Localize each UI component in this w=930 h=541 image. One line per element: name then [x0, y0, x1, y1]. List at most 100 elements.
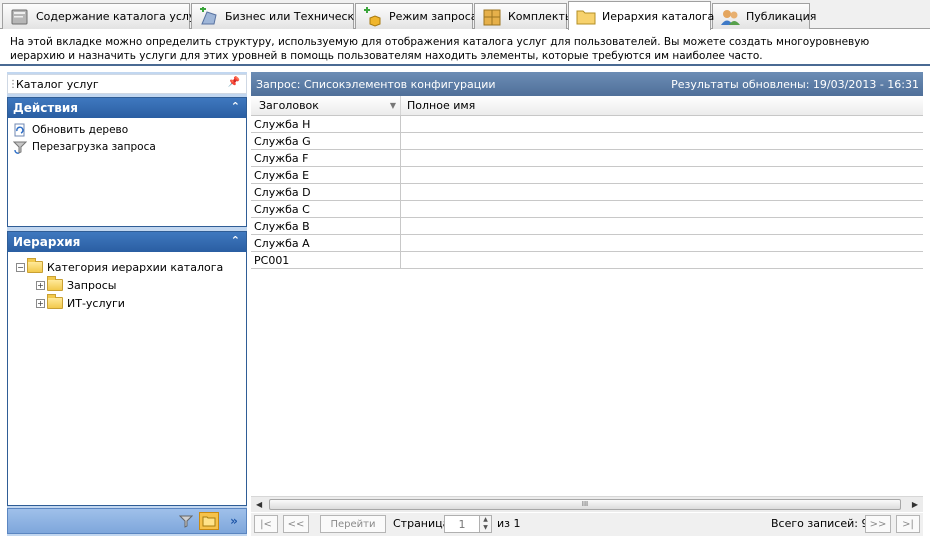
pin-icon[interactable]: 📌 [228, 77, 240, 88]
last-page-button[interactable]: >| [896, 515, 920, 533]
tab-publication[interactable]: Публикация [712, 3, 816, 29]
table-row[interactable]: PC001 [251, 252, 923, 269]
scroll-thumb[interactable]: III [269, 499, 901, 510]
table-row[interactable]: Служба A [251, 235, 923, 252]
next-page-button[interactable]: >> [865, 515, 891, 533]
cell-full-name [401, 184, 923, 200]
cell-title: Служба F [251, 150, 401, 166]
sort-arrow-icon[interactable]: ▼ [390, 101, 396, 110]
tree-node-requests[interactable]: + Запросы [16, 276, 246, 294]
tree-node-label: ИТ-услуги [67, 296, 125, 310]
folder-icon [47, 294, 63, 309]
query-label: Запрос: Списокэлементов конфигурации [256, 77, 496, 91]
table-row[interactable]: Служба F [251, 150, 923, 167]
horizontal-scrollbar[interactable]: ◀ III ▶ [251, 496, 923, 512]
page-number-input[interactable]: 1 [444, 515, 480, 533]
filter-icon[interactable] [176, 512, 196, 530]
page-label: Страница [393, 517, 450, 530]
actions-header-label: Действия [13, 101, 79, 115]
hierarchy-tree: − Категория иерархии каталога + Запросы … [8, 252, 246, 312]
page-count-label: из 1 [497, 517, 521, 530]
tree-node-label: Запросы [67, 278, 117, 292]
cell-title: Служба D [251, 184, 401, 200]
table-row[interactable]: Служба D [251, 184, 923, 201]
hierarchy-header-label: Иерархия [13, 235, 81, 249]
column-headers: Заголовок ▼ Полное имя [251, 96, 923, 116]
panel-title-bar: ⋮ Каталог услуг 📌 [7, 74, 247, 94]
column-header-full-name[interactable]: Полное имя [401, 96, 923, 115]
column-title-label: Заголовок [259, 99, 319, 112]
folder-view-icon[interactable] [199, 512, 219, 530]
grip-icon[interactable]: ⋮ [8, 79, 18, 90]
folder-icon [47, 276, 63, 291]
table-row[interactable]: Служба G [251, 133, 923, 150]
box-icon [483, 9, 501, 25]
panel-bottom-toolbar: » [7, 508, 247, 534]
tab-business-technical[interactable]: Бизнес или Технические [191, 3, 368, 29]
action-label: Обновить дерево [32, 123, 129, 136]
pager-bar: |< << Перейти Страница 1 ▲ ▼ из 1 Всего з… [251, 513, 923, 536]
go-button[interactable]: Перейти [320, 515, 386, 533]
grid-header-bar: Запрос: Списокэлементов конфигурации Рез… [251, 72, 923, 96]
refresh-tree-action[interactable]: Обновить дерево [8, 121, 246, 138]
shape-plus-icon [200, 6, 217, 24]
tree-node-it-services[interactable]: + ИТ-услуги [16, 294, 246, 312]
cell-full-name [401, 252, 923, 268]
tab-label: Режим запроса [389, 10, 478, 23]
folder-icon [576, 10, 596, 25]
action-label: Перезагрузка запроса [32, 140, 156, 153]
collapse-icon[interactable]: ⌃ [231, 100, 240, 113]
table-row[interactable]: Служба C [251, 201, 923, 218]
tree-node-label: Категория иерархии каталога [47, 260, 224, 274]
grid-rows: Служба H Служба G Служба F Служба E Служ… [251, 116, 923, 269]
updated-label: Результаты обновлены: 19/03/2013 - 16:31 [671, 77, 919, 91]
table-row[interactable]: Служба B [251, 218, 923, 235]
expand-node-icon[interactable]: + [36, 280, 45, 290]
cell-full-name [401, 133, 923, 149]
panel-title: Каталог услуг [16, 77, 99, 91]
hierarchy-section: Иерархия ⌃ − Категория иерархии каталога… [7, 231, 247, 506]
cell-full-name [401, 201, 923, 217]
column-header-title[interactable]: Заголовок ▼ [251, 96, 401, 115]
users-icon [721, 9, 740, 25]
tab-label: Комплекты [508, 10, 574, 23]
expand-panel-icon[interactable]: » [224, 512, 244, 530]
table-row[interactable]: Служба E [251, 167, 923, 184]
collapse-icon[interactable]: ⌃ [231, 234, 240, 247]
collapse-node-icon[interactable]: − [16, 262, 25, 272]
actions-header[interactable]: Действия ⌃ [8, 98, 246, 118]
tab-catalog-hierarchy[interactable]: Иерархия каталога [568, 1, 715, 30]
tab-label: Бизнес или Технические [225, 10, 369, 23]
hierarchy-header[interactable]: Иерархия ⌃ [8, 232, 246, 252]
cell-title: Служба A [251, 235, 401, 251]
tab-description: На этой вкладке можно определить структу… [0, 30, 930, 66]
cell-full-name [401, 150, 923, 166]
cell-title: Служба H [251, 116, 401, 132]
cell-full-name [401, 167, 923, 183]
column-full-name-label: Полное имя [407, 99, 476, 112]
tab-label: Иерархия каталога [602, 9, 715, 23]
page-spinner[interactable]: ▲ ▼ [479, 515, 492, 533]
cell-full-name [401, 116, 923, 132]
tab-catalog-content[interactable]: Содержание каталога услуг [2, 3, 201, 29]
total-records-label: Всего записей: 9 [771, 517, 869, 530]
tab-request-mode[interactable]: Режим запроса [355, 3, 478, 29]
tab-bar: Содержание каталога услуг Бизнес или Тех… [0, 0, 930, 30]
funnel-reload-icon [13, 141, 27, 154]
tab-label: Публикация [746, 10, 817, 23]
cell-full-name [401, 218, 923, 234]
expand-node-icon[interactable]: + [36, 298, 45, 308]
cell-full-name [401, 235, 923, 251]
table-row[interactable]: Служба H [251, 116, 923, 133]
first-page-button[interactable]: |< [254, 515, 278, 533]
cell-title: Служба G [251, 133, 401, 149]
scroll-left-icon[interactable]: ◀ [256, 500, 262, 509]
cell-title: Служба E [251, 167, 401, 183]
tree-node-root[interactable]: − Категория иерархии каталога [16, 258, 246, 276]
folder-icon [27, 258, 43, 273]
reload-query-action[interactable]: Перезагрузка запроса [8, 138, 246, 155]
cell-title: Служба B [251, 218, 401, 234]
tab-bundles[interactable]: Комплекты [474, 3, 574, 29]
prev-page-button[interactable]: << [283, 515, 309, 533]
scroll-right-icon[interactable]: ▶ [912, 500, 918, 509]
